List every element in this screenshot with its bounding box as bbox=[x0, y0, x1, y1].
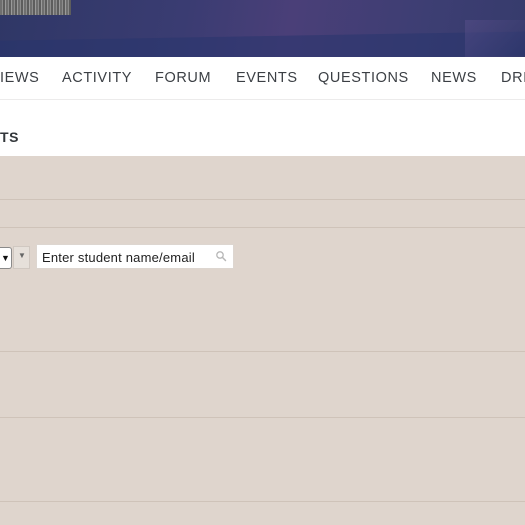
nav-item-events[interactable]: EVENTS bbox=[236, 70, 298, 86]
banner-facet bbox=[465, 20, 525, 57]
nav-item-news[interactable]: NEWS bbox=[431, 70, 477, 86]
nav-item-forum[interactable]: FORUM bbox=[155, 70, 211, 86]
header-banner bbox=[0, 0, 525, 57]
section-divider bbox=[0, 351, 525, 352]
search-icon[interactable] bbox=[215, 250, 227, 262]
student-search-input[interactable]: Enter student name/email bbox=[36, 244, 234, 269]
section-divider bbox=[0, 199, 525, 200]
search-input-text: Enter student name/email bbox=[42, 250, 195, 265]
nav-item-questions[interactable]: QUESTIONS bbox=[318, 70, 409, 86]
banner-stripe bbox=[0, 30, 525, 57]
chevron-down-icon: ▼ bbox=[1, 253, 10, 263]
nav-item-overflow[interactable]: DRI bbox=[501, 70, 525, 86]
nav-item-activity[interactable]: ACTIVITY bbox=[62, 70, 132, 86]
nav-item-views[interactable]: IEWS bbox=[0, 70, 39, 86]
caret-down-icon: ▼ bbox=[18, 251, 26, 260]
filter-select[interactable]: ▼ bbox=[0, 247, 12, 269]
banner-image bbox=[0, 0, 71, 15]
main-nav: IEWS ACTIVITY FORUM EVENTS QUESTIONS NEW… bbox=[0, 57, 525, 100]
section-divider bbox=[0, 227, 525, 228]
sub-header: TS bbox=[0, 100, 525, 156]
section-divider bbox=[0, 501, 525, 502]
dropdown-toggle-button[interactable]: ▼ bbox=[13, 246, 30, 269]
sub-header-label: TS bbox=[0, 129, 20, 145]
section-divider bbox=[0, 417, 525, 418]
